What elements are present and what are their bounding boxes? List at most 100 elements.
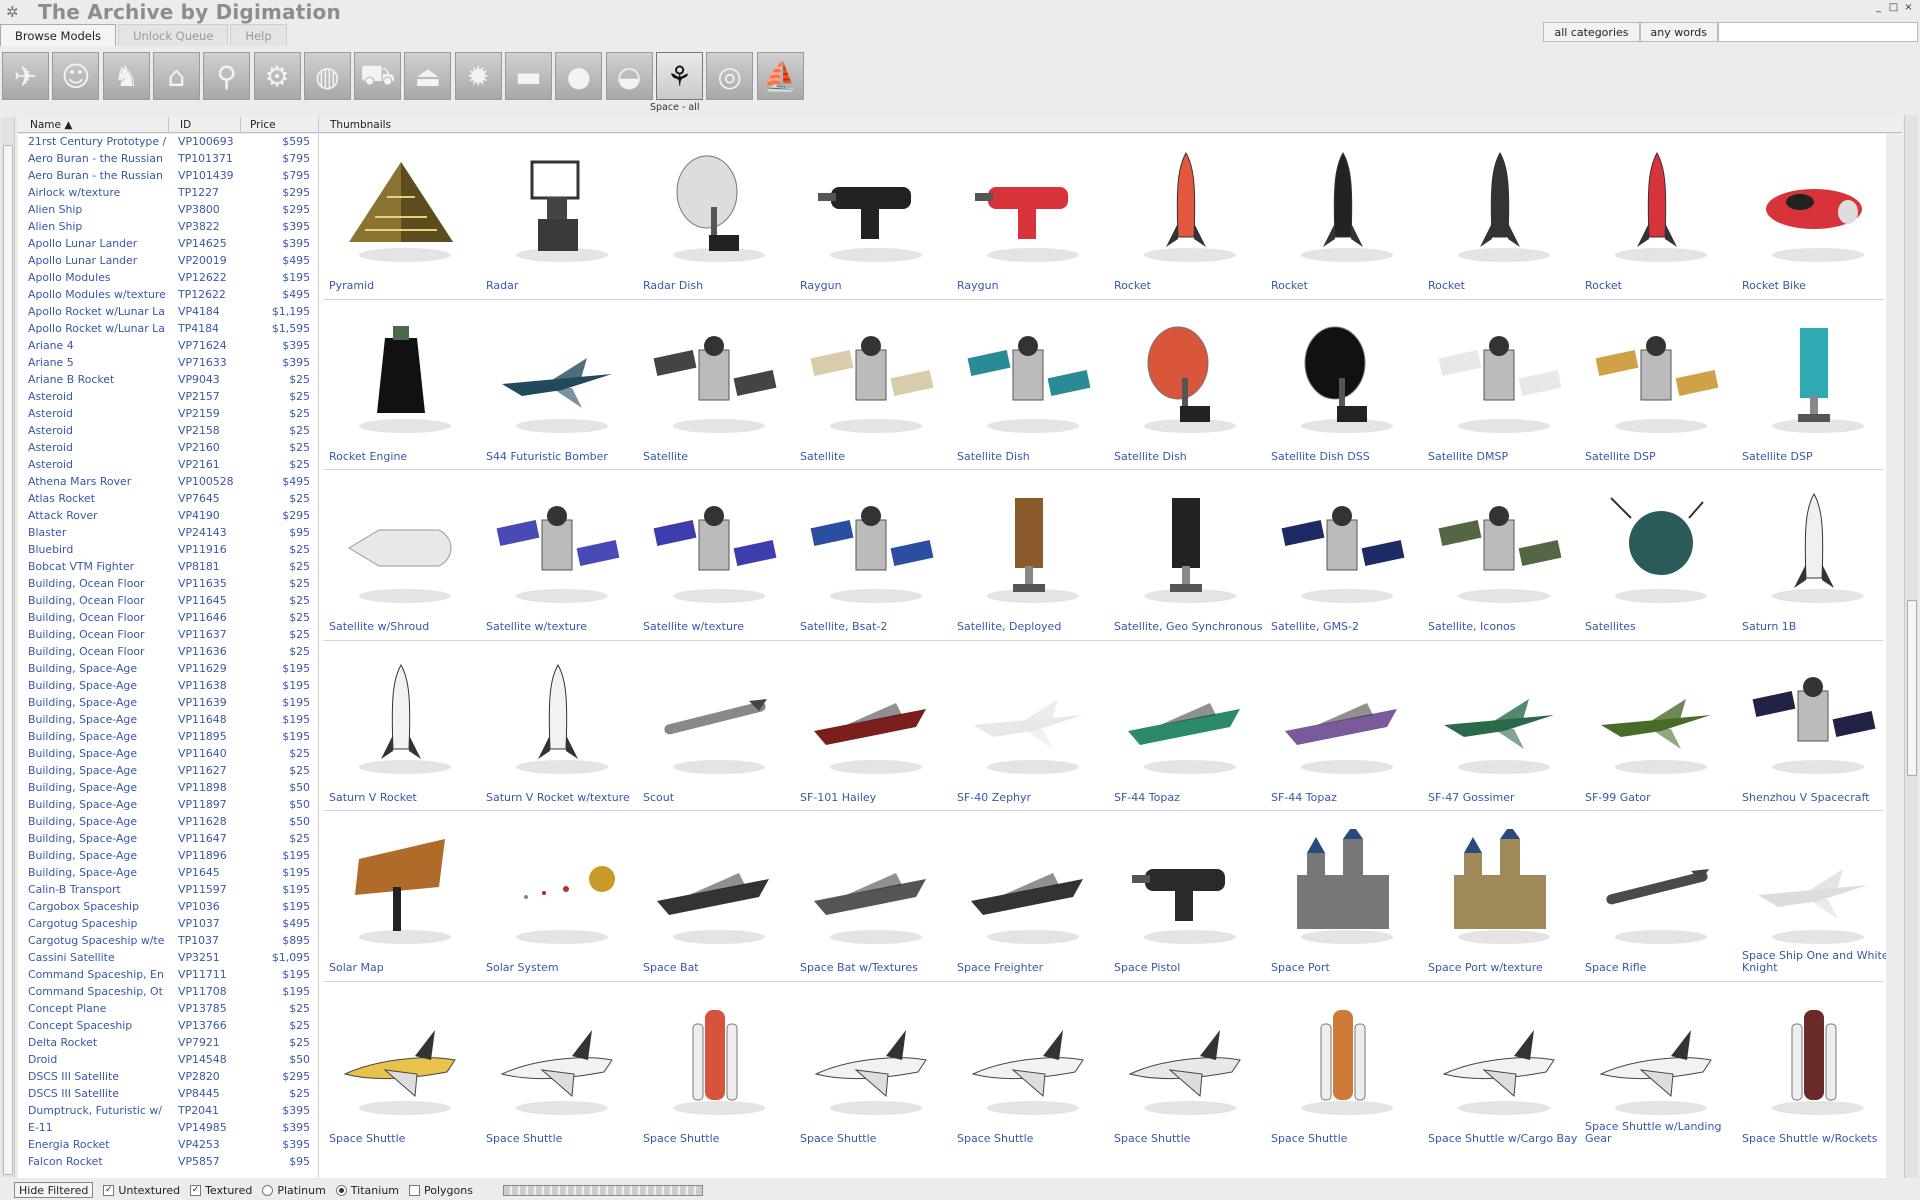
list-item[interactable]: Aero Buran - the Russian VP101439 $795 bbox=[18, 168, 318, 185]
category-button-gear[interactable]: ✹ bbox=[454, 52, 502, 100]
model-thumbnail[interactable]: Rocket Bike bbox=[1736, 134, 1886, 299]
category-button-car[interactable]: ⛟ bbox=[354, 52, 402, 100]
category-button-sailboat[interactable]: ⛵ bbox=[756, 52, 804, 100]
list-item[interactable]: Athena Mars Rover VP100528 $495 bbox=[18, 474, 318, 491]
model-thumbnail[interactable]: Satellite bbox=[794, 300, 951, 470]
column-id[interactable]: ID bbox=[180, 119, 191, 131]
model-thumbnail[interactable]: Space Shuttle w/Rockets bbox=[1736, 982, 1886, 1152]
model-thumbnail[interactable]: Pyramid bbox=[323, 134, 480, 299]
model-thumbnail[interactable]: Satellite, Geo Synchronous bbox=[1108, 470, 1265, 640]
list-item[interactable]: Energia Rocket VP4253 $395 bbox=[18, 1137, 318, 1154]
category-button-soccer-ball[interactable]: ◎ bbox=[706, 52, 754, 100]
list-item[interactable]: Cargotug Spaceship VP1037 $495 bbox=[18, 916, 318, 933]
list-item[interactable]: Apollo Lunar Lander VP14625 $395 bbox=[18, 236, 318, 253]
list-item[interactable]: Building, Ocean Floor VP11646 $25 bbox=[18, 610, 318, 627]
list-item[interactable]: Apollo Rocket w/Lunar La TP4184 $1,595 bbox=[18, 321, 318, 338]
model-thumbnail[interactable]: Space Shuttle bbox=[480, 982, 637, 1152]
platinum-radio[interactable]: Platinum bbox=[262, 1184, 326, 1197]
model-thumbnail[interactable]: Space Shuttle bbox=[323, 982, 480, 1152]
list-item[interactable]: Blaster VP24143 $95 bbox=[18, 525, 318, 542]
model-thumbnail[interactable]: Saturn V Rocket w/texture bbox=[480, 641, 637, 811]
model-thumbnail[interactable]: SF-44 Topaz bbox=[1265, 641, 1422, 811]
model-thumbnail[interactable]: Satellite DMSP bbox=[1422, 300, 1579, 470]
column-divider[interactable] bbox=[240, 117, 241, 133]
model-thumbnail[interactable]: Satellite Dish bbox=[1108, 300, 1265, 470]
polygons-checkbox[interactable]: Polygons bbox=[409, 1184, 473, 1197]
list-item[interactable]: 21rst Century Prototype / VP100693 $595 bbox=[18, 134, 318, 151]
list-item[interactable]: Alien Ship VP3822 $395 bbox=[18, 219, 318, 236]
list-item[interactable]: DSCS III Satellite VP2820 $295 bbox=[18, 1069, 318, 1086]
model-thumbnail[interactable]: Rocket Engine bbox=[323, 300, 480, 470]
category-button-hanger[interactable]: ⏏ bbox=[404, 52, 452, 100]
model-thumbnail[interactable]: Satellite w/texture bbox=[480, 470, 637, 640]
list-item[interactable]: Building, Space-Age VP11897 $50 bbox=[18, 797, 318, 814]
model-thumbnail[interactable]: Satellite, Deployed bbox=[951, 470, 1108, 640]
column-price[interactable]: Price bbox=[250, 119, 276, 131]
list-item[interactable]: Delta Rocket VP7921 $25 bbox=[18, 1035, 318, 1052]
list-item[interactable]: Apollo Modules w/texture TP12622 $495 bbox=[18, 287, 318, 304]
model-thumbnail[interactable]: Space Shuttle bbox=[1265, 982, 1422, 1152]
list-item[interactable]: Aero Buran - the Russian TP101371 $795 bbox=[18, 151, 318, 168]
tab-help[interactable]: Help bbox=[230, 24, 287, 46]
list-item[interactable]: Alien Ship VP3800 $295 bbox=[18, 202, 318, 219]
list-item[interactable]: Building, Space-Age VP11898 $50 bbox=[18, 780, 318, 797]
list-item[interactable]: Concept Spaceship VP13766 $25 bbox=[18, 1018, 318, 1035]
list-item[interactable]: Asteroid VP2157 $25 bbox=[18, 389, 318, 406]
model-thumbnail[interactable]: Space Port w/texture bbox=[1422, 811, 1579, 981]
model-thumbnail[interactable]: Space Shuttle w/Landing Gear bbox=[1579, 982, 1736, 1152]
model-thumbnail[interactable]: Rocket bbox=[1422, 134, 1579, 299]
list-item[interactable]: Concept Plane VP13785 $25 bbox=[18, 1001, 318, 1018]
list-item[interactable]: Bluebird VP11916 $25 bbox=[18, 542, 318, 559]
model-thumbnail[interactable]: Space Shuttle bbox=[637, 982, 794, 1152]
list-item[interactable]: Attack Rover VP4190 $295 bbox=[18, 508, 318, 525]
list-item[interactable]: Ariane 4 VP71624 $395 bbox=[18, 338, 318, 355]
list-item[interactable]: Apollo Rocket w/Lunar La VP4184 $1,195 bbox=[18, 304, 318, 321]
model-thumbnail[interactable]: Rocket bbox=[1579, 134, 1736, 299]
list-item[interactable]: Dumptruck, Futuristic w/TP2041 $395 bbox=[18, 1103, 318, 1120]
list-item[interactable]: Falcon Rocket VP5857 $95 bbox=[18, 1154, 318, 1171]
model-thumbnail[interactable]: Satellite w/Shroud bbox=[323, 470, 480, 640]
list-item[interactable]: Airlock w/texture TP1227 $295 bbox=[18, 185, 318, 202]
model-thumbnail[interactable]: Space Rifle bbox=[1579, 811, 1736, 981]
category-button-apple[interactable]: ● bbox=[555, 52, 603, 100]
model-thumbnail[interactable]: Space Bat w/Textures bbox=[794, 811, 951, 981]
list-item[interactable]: Building, Space-Age VP11629 $195 bbox=[18, 661, 318, 678]
list-item[interactable]: Building, Ocean Floor VP11645 $25 bbox=[18, 593, 318, 610]
thumbnail-scrollbar-thumb[interactable] bbox=[1907, 600, 1917, 776]
list-item[interactable]: Asteroid VP2160 $25 bbox=[18, 440, 318, 457]
list-item[interactable]: Building, Space-Age VP11896 $195 bbox=[18, 848, 318, 865]
model-thumbnail[interactable]: Space Shuttle bbox=[951, 982, 1108, 1152]
list-item[interactable]: Building, Ocean Floor VP11636 $25 bbox=[18, 644, 318, 661]
model-thumbnail[interactable]: Rocket bbox=[1265, 134, 1422, 299]
model-thumbnail[interactable]: Satellite DSP bbox=[1736, 300, 1886, 470]
model-thumbnail[interactable]: Space Shuttle w/Cargo Bay bbox=[1422, 982, 1579, 1152]
list-item[interactable]: Bobcat VTM Fighter VP8181 $25 bbox=[18, 559, 318, 576]
untextured-checkbox[interactable]: ✓ Untextured bbox=[103, 1184, 180, 1197]
model-thumbnail[interactable]: Solar Map bbox=[323, 811, 480, 981]
list-item[interactable]: Droid VP14548 $50 bbox=[18, 1052, 318, 1069]
list-item[interactable]: Asteroid VP2158 $25 bbox=[18, 423, 318, 440]
category-button-building[interactable]: ⌂ bbox=[152, 52, 200, 100]
list-item[interactable]: Building, Ocean Floor VP11635 $25 bbox=[18, 576, 318, 593]
model-thumbnail[interactable]: Space Bat bbox=[637, 811, 794, 981]
category-button-globe[interactable]: ◍ bbox=[303, 52, 351, 100]
close-icon[interactable]: × bbox=[1903, 2, 1914, 13]
model-thumbnail[interactable]: Satellite bbox=[637, 300, 794, 470]
model-thumbnail[interactable]: SF-47 Gossimer bbox=[1422, 641, 1579, 811]
model-thumbnail[interactable]: Rocket bbox=[1108, 134, 1265, 299]
model-thumbnail[interactable]: Saturn V Rocket bbox=[323, 641, 480, 811]
tab-unlock-queue[interactable]: Unlock Queue bbox=[118, 24, 229, 46]
list-item[interactable]: Ariane B Rocket VP9043 $25 bbox=[18, 372, 318, 389]
list-item[interactable]: Command Spaceship, En VP11711 $195 bbox=[18, 967, 318, 984]
list-item[interactable]: Apollo Lunar Lander VP20019 $495 bbox=[18, 253, 318, 270]
model-thumbnail[interactable]: Satellite Dish bbox=[951, 300, 1108, 470]
model-thumbnail[interactable]: Satellite Dish DSS bbox=[1265, 300, 1422, 470]
minimize-icon[interactable]: _ bbox=[1873, 2, 1884, 13]
left-scrollbar[interactable] bbox=[1, 117, 15, 1177]
titanium-radio[interactable]: Titanium bbox=[335, 1184, 399, 1197]
category-button-runner[interactable]: ⚲ bbox=[203, 52, 251, 100]
list-item[interactable]: Building, Ocean Floor VP11637 $25 bbox=[18, 627, 318, 644]
thumbnail-scrollbar[interactable] bbox=[1904, 115, 1918, 1178]
model-thumbnail[interactable]: S44 Futuristic Bomber bbox=[480, 300, 637, 470]
model-thumbnail[interactable]: Space Port bbox=[1265, 811, 1422, 981]
